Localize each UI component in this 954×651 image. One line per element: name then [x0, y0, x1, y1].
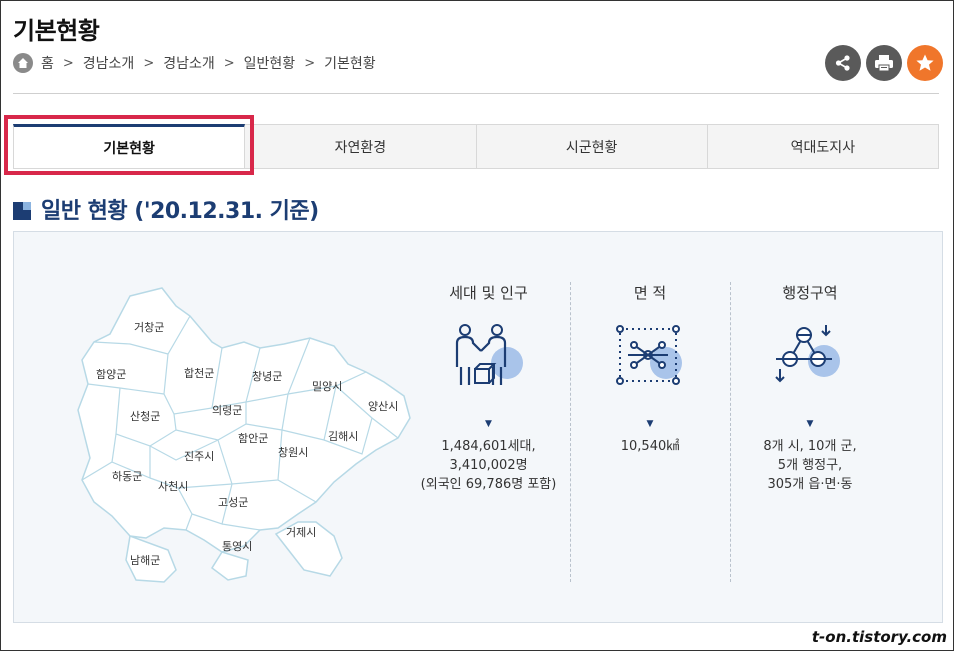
breadcrumb-item[interactable]: 일반현황 [244, 53, 296, 73]
tab-natural-environment[interactable]: 자연환경 [245, 124, 477, 169]
section-title: 일반 현황 ('20.12.31. 기준) [13, 193, 319, 225]
map-region-label: 하동군 [112, 469, 142, 483]
stat-value: 10,540㎢ [620, 439, 680, 454]
share-button[interactable] [825, 45, 861, 81]
stat-administrative: 행정구역 ▼ 8개 시, 10개 군, 5개 행정구, 305개 읍·면·동 [730, 282, 890, 494]
breadcrumb-item[interactable]: 경남소개 [163, 53, 215, 73]
area-icon [616, 325, 682, 385]
section-bullet-icon [13, 202, 31, 220]
watermark: t-on.tistory.com [811, 628, 947, 646]
stat-title: 세대 및 인구 [449, 284, 528, 302]
stat-title: 행정구역 [782, 284, 838, 302]
map-region-label: 함안군 [238, 432, 268, 445]
population-icon [455, 324, 523, 385]
stat-title: 면 적 [633, 284, 667, 302]
map-region-label: 진주시 [184, 450, 214, 463]
favorite-button[interactable] [907, 45, 943, 81]
section-title-text: 일반 현황 ('20.12.31. 기준) [41, 199, 319, 224]
map-region-label: 밀양시 [312, 380, 342, 393]
tab-past-governors[interactable]: 역대도지사 [707, 124, 939, 169]
breadcrumb-item-home[interactable]: 홈 [41, 53, 54, 73]
map-region-label: 의령군 [212, 404, 242, 417]
map-region-label: 김해시 [328, 429, 358, 443]
stat-value: 1,484,601세대, 3,410,002명 (외국인 69,786명 포함) [420, 439, 557, 492]
chevron-right-icon: > [304, 55, 316, 71]
caret-down-icon: ▼ [646, 419, 654, 429]
share-icon [835, 55, 850, 71]
map-region-label: 창원시 [278, 446, 308, 459]
stat-value: 8개 시, 10개 군, 5개 행정구, 305개 읍·면·동 [763, 439, 857, 492]
home-icon[interactable] [13, 53, 33, 73]
page-title: 기본현황 [13, 17, 100, 45]
overview-panel: 거창군 함양군 합천군 창녕군 밀양시 양산시 산청군 의령군 함안군 김해시 … [13, 231, 943, 623]
chevron-right-icon: > [143, 55, 155, 71]
tab-bar: 기본현황 자연환경 시군현황 역대도지사 [13, 124, 939, 169]
map-region-label: 남해군 [130, 553, 160, 567]
map-region-label: 산청군 [130, 410, 160, 423]
map-region-label: 거제시 [286, 526, 316, 539]
caret-down-icon: ▼ [485, 419, 492, 429]
chevron-right-icon: > [62, 55, 74, 71]
page-actions [825, 45, 943, 81]
print-button[interactable] [866, 45, 902, 81]
map-region-label: 사천시 [158, 479, 188, 493]
map-region-label: 함양군 [96, 368, 126, 381]
map-region-label: 양산시 [368, 400, 398, 413]
breadcrumb-item[interactable]: 경남소개 [83, 53, 135, 73]
tab-basic-status[interactable]: 기본현황 [13, 124, 246, 169]
chevron-right-icon: > [223, 55, 235, 71]
map-region-label: 창녕군 [252, 370, 282, 383]
star-icon [916, 54, 934, 71]
caret-down-icon: ▼ [806, 419, 814, 429]
tab-city-county-status[interactable]: 시군현황 [476, 124, 708, 169]
map-region-label: 고성군 [218, 496, 248, 509]
breadcrumb: 홈 > 경남소개 > 경남소개 > 일반현황 > 기본현황 [13, 53, 376, 73]
stat-population: 세대 및 인구 ▼ 1,484,601세대, 3,410,002명 (외국인 6… [406, 282, 571, 494]
map-region-label: 합천군 [184, 366, 214, 380]
print-icon [875, 55, 893, 72]
administrative-icon [775, 325, 840, 383]
map-region-label: 통영시 [222, 540, 252, 553]
gyeongnam-map: 거창군 함양군 합천군 창녕군 밀양시 양산시 산청군 의령군 함안군 김해시 … [77, 287, 411, 583]
breadcrumb-item-current[interactable]: 기본현황 [324, 53, 376, 73]
header-divider [13, 93, 939, 94]
map-region-label: 거창군 [134, 321, 164, 334]
stat-area: 면 적 ▼ 10,540㎢ [570, 282, 730, 456]
